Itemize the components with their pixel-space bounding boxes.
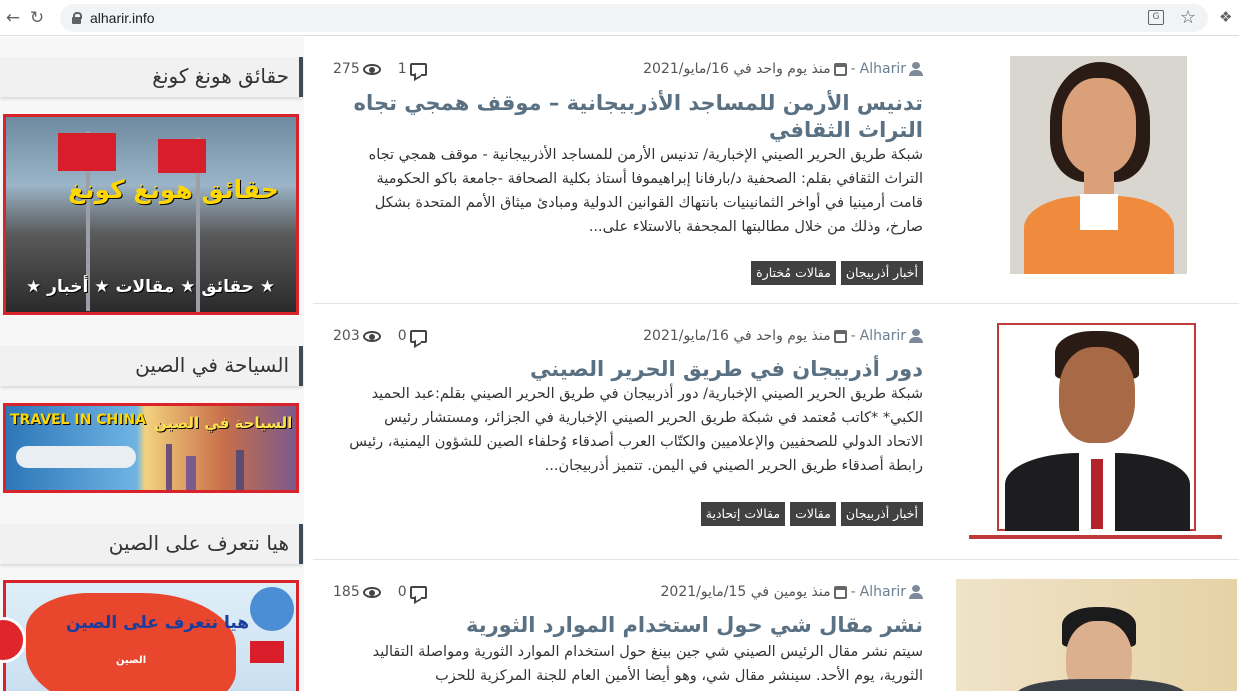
user-icon [909, 585, 923, 599]
comments-count[interactable]: 0 [398, 328, 407, 344]
calendar-icon [833, 62, 847, 76]
post-date: منذ يومين في 15/مايو/2021 [660, 584, 831, 600]
reload-icon[interactable]: ↻ [28, 9, 46, 27]
airplane-image [16, 446, 136, 468]
url-text[interactable]: alharir.info [90, 10, 155, 26]
post-meta: Alharir - منذ يومين في 15/مايو/2021 [661, 582, 923, 602]
translate-icon[interactable]: G [1148, 10, 1164, 25]
tag-link[interactable]: مقالات إتحادية [700, 502, 786, 526]
post-title[interactable]: نشر مقال شي حول استخدام الموارد الثورية [353, 612, 923, 639]
views-count: 275 [333, 61, 360, 77]
user-icon [909, 62, 923, 76]
know-china-text: هيا نتعرف على الصين [66, 613, 250, 633]
china-flag-icon [58, 133, 116, 171]
post-author[interactable]: Alharir [860, 61, 906, 77]
travel-ar-text: السياحة في الصين [154, 414, 293, 432]
widget-title-hongkong[interactable]: حقائق هونغ كونغ [0, 57, 303, 97]
banner-subline: ★ حقائق ★ مقالات ★ أخبار ★ [26, 277, 276, 297]
calendar-icon [833, 585, 847, 599]
post-stats: 275 1 [333, 59, 430, 79]
post-item: Alharir - منذ يوم واحد في 16/مايو/2021 2… [313, 37, 1239, 304]
views-count: 203 [333, 328, 360, 344]
tag-link[interactable]: أخبار أذربيجان [840, 261, 923, 285]
post-item: Alharir - منذ يوم واحد في 16/مايو/2021 2… [313, 304, 1239, 560]
tag-link[interactable]: مقالات مُختارة [751, 261, 836, 285]
address-bar[interactable]: alharir.info G ☆ [60, 4, 1208, 32]
post-title[interactable]: تدنيس الأرمن للمساجد الأذربيجانية – موقف… [353, 90, 923, 144]
post-item: Alharir - منذ يومين في 15/مايو/2021 185 … [313, 560, 1239, 691]
widget-title-tourism[interactable]: السياحة في الصين [0, 346, 303, 386]
post-meta: Alharir - منذ يوم واحد في 16/مايو/2021 [643, 59, 923, 79]
comments-count[interactable]: 1 [398, 61, 407, 77]
post-stats: 185 0 [333, 582, 430, 602]
browser-toolbar: ← ↻ alharir.info G ☆ ❖ [0, 0, 1239, 36]
eye-icon [362, 63, 381, 75]
tag-link[interactable]: أخبار أذربيجان [840, 502, 923, 526]
star-icon[interactable]: ☆ [1180, 7, 1196, 28]
sidebar: حقائق هونغ كونغ حقائق هونغ كونغ ★ حقائق … [0, 37, 304, 691]
comment-icon[interactable] [409, 62, 427, 76]
banner-headline: حقائق هونغ كونغ [68, 175, 279, 204]
tag-link[interactable]: مقالات [790, 502, 836, 526]
post-tags: أخبار أذربيجان مقالات مقالات إتحادية [696, 502, 923, 526]
widget-title-know-china[interactable]: هيا نتعرف على الصين [0, 524, 303, 564]
post-author[interactable]: Alharir [860, 328, 906, 344]
post-thumbnail[interactable] [969, 323, 1222, 543]
post-author[interactable]: Alharir [860, 584, 906, 600]
user-icon [909, 329, 923, 343]
eye-icon [362, 586, 381, 598]
comments-count[interactable]: 0 [398, 584, 407, 600]
views-count: 185 [333, 584, 360, 600]
post-thumbnail[interactable] [956, 579, 1237, 691]
calendar-icon [833, 329, 847, 343]
extensions-icon[interactable]: ❖ [1219, 8, 1235, 26]
comment-icon[interactable] [409, 329, 427, 343]
post-date: منذ يوم واحد في 16/مايو/2021 [643, 328, 831, 344]
post-excerpt: شبكة طريق الحرير الصيني الإخبارية/ تدنيس… [368, 147, 923, 235]
map-label: الصين [116, 655, 147, 666]
post-date: منذ يوم واحد في 16/مايو/2021 [643, 61, 831, 77]
lock-icon [72, 12, 82, 24]
post-stats: 203 0 [333, 326, 430, 346]
china-map-image [26, 593, 236, 691]
china-flag-small-icon [250, 641, 284, 663]
eye-icon [362, 330, 381, 342]
know-china-banner[interactable]: هيا نتعرف على الصين الصين [3, 580, 299, 691]
hongkong-flag-icon [158, 139, 206, 173]
post-thumbnail[interactable] [1010, 56, 1187, 274]
travel-china-banner[interactable]: TRAVEL IN CHINA السياحة في الصين [3, 403, 299, 493]
arrow-left-icon[interactable]: ← [4, 9, 22, 27]
post-excerpt: سيتم نشر مقال الرئيس الصيني شي جين بينغ … [372, 644, 923, 684]
post-meta: Alharir - منذ يوم واحد في 16/مايو/2021 [643, 326, 923, 346]
post-list: Alharir - منذ يوم واحد في 16/مايو/2021 2… [313, 37, 1239, 691]
post-title[interactable]: دور أذربيجان في طريق الحرير الصيني [353, 356, 923, 383]
post-excerpt: شبكة طريق الحرير الصيني الإخبارية/ دور أ… [349, 386, 923, 474]
hongkong-banner[interactable]: حقائق هونغ كونغ ★ حقائق ★ مقالات ★ أخبار… [3, 114, 299, 315]
comment-icon[interactable] [409, 585, 427, 599]
globe-icon [250, 587, 294, 631]
post-tags: أخبار أذربيجان مقالات مُختارة [746, 261, 923, 285]
travel-en-text: TRAVEL IN CHINA [10, 412, 146, 428]
